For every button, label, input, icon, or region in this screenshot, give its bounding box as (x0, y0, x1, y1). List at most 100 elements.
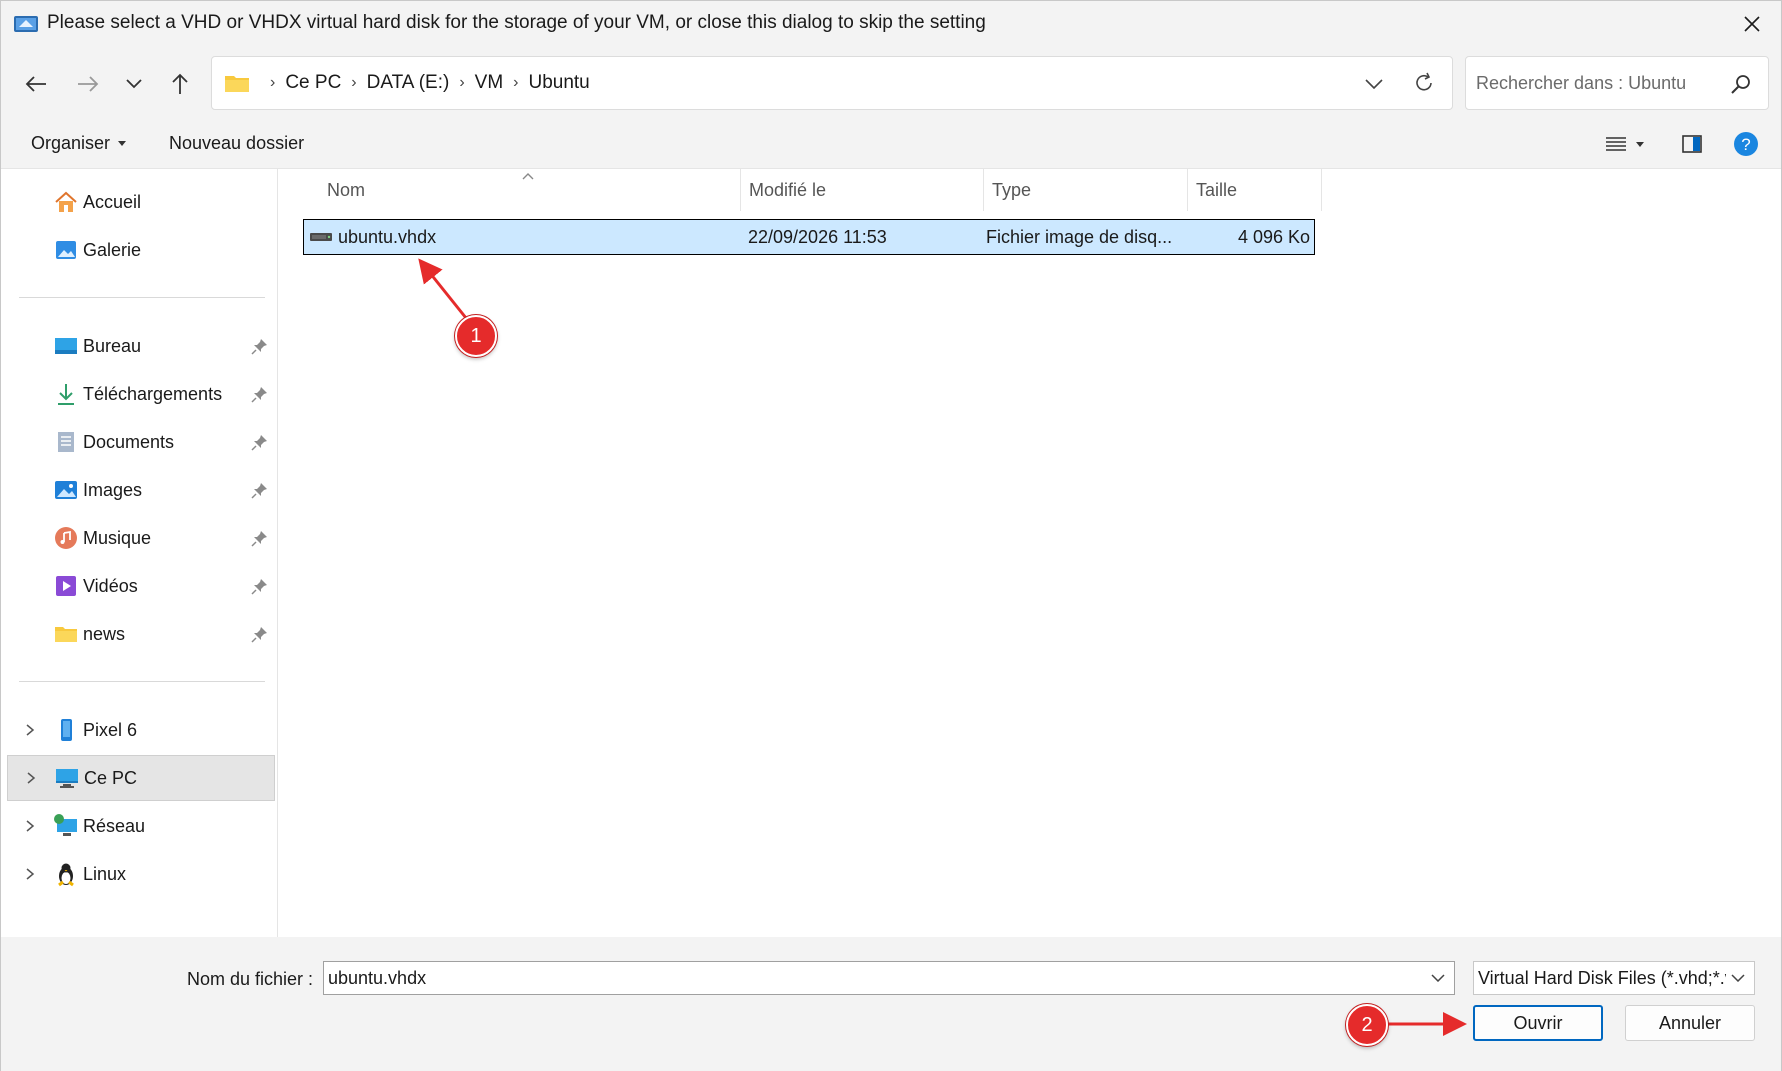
up-button[interactable] (163, 67, 197, 101)
pc-icon (56, 769, 78, 788)
breadcrumb-item[interactable]: VM (475, 72, 504, 94)
view-options-button[interactable] (1599, 129, 1651, 159)
pin-icon[interactable] (251, 385, 269, 403)
filename-dropdown-button[interactable] (1426, 966, 1450, 990)
help-button[interactable]: ? (1731, 129, 1761, 159)
open-button[interactable]: Ouvrir (1473, 1005, 1603, 1041)
caret-down-icon (1636, 141, 1644, 147)
sidebar-divider (19, 297, 265, 298)
videos-icon (56, 576, 76, 596)
sidebar-item-videos[interactable]: Vidéos (7, 563, 275, 609)
sidebar-item-label: Accueil (83, 191, 142, 212)
address-bar[interactable]: › Ce PC › DATA (E:) › VM › Ubuntu (211, 56, 1453, 110)
forward-button[interactable] (71, 67, 105, 101)
file-modified: 22/09/2026 11:53 (748, 227, 887, 247)
file-name: ubuntu.vhdx (338, 227, 437, 247)
virtual-disk-icon (310, 233, 332, 241)
breadcrumb-item[interactable]: Ce PC (285, 72, 341, 94)
sidebar-item-label: Galerie (83, 239, 142, 260)
breadcrumb-item[interactable]: DATA (E:) (367, 72, 450, 94)
sidebar-item-bureau[interactable]: Bureau (7, 323, 275, 369)
svg-text:?: ? (1741, 135, 1750, 154)
search-box[interactable] (1465, 56, 1769, 110)
breadcrumb-separator-icon: › (270, 74, 276, 91)
filename-combobox[interactable] (323, 961, 1455, 995)
file-type-filter-value: Virtual Hard Disk Files (*.vhd;*.vhdx) (1478, 968, 1726, 988)
pin-icon[interactable] (251, 577, 269, 595)
network-icon (54, 814, 77, 836)
chevron-right-icon[interactable] (23, 867, 37, 881)
folder-icon (225, 76, 249, 92)
column-header-name[interactable]: Nom (279, 169, 741, 211)
help-icon: ? (1734, 132, 1758, 156)
gallery-icon (56, 241, 76, 259)
caret-down-icon (118, 141, 127, 146)
pin-icon[interactable] (251, 625, 269, 643)
sidebar-item-label: news (83, 623, 126, 644)
search-input[interactable] (1476, 69, 1716, 97)
preview-pane-icon (1682, 135, 1702, 153)
sidebar-item-ce-pc[interactable]: Ce PC (7, 755, 275, 801)
pin-icon[interactable] (251, 481, 269, 499)
new-folder-button[interactable]: Nouveau dossier (169, 133, 304, 154)
recent-locations-button[interactable] (117, 67, 151, 101)
search-icon[interactable] (1730, 73, 1752, 95)
phone-icon (61, 719, 72, 741)
pin-icon[interactable] (251, 337, 269, 355)
breadcrumb: › Ce PC › DATA (E:) › VM › Ubuntu (224, 57, 590, 109)
pictures-icon (55, 481, 77, 499)
sidebar-item-linux[interactable]: Linux (7, 851, 275, 897)
arrow-right-icon (78, 76, 99, 92)
sidebar-item-label: Images (83, 479, 143, 500)
pin-icon[interactable] (251, 433, 269, 451)
sidebar-item-label: Réseau (83, 815, 146, 836)
sidebar-item-images[interactable]: Images (7, 467, 275, 513)
sidebar-item-label: Téléchargements (83, 383, 223, 404)
navigation-pane: Accueil Galerie Bureau Téléchargements D… (1, 169, 278, 937)
breadcrumb-separator-icon: › (513, 74, 519, 91)
sidebar-item-musique[interactable]: Musique (7, 515, 275, 561)
table-row[interactable]: ubuntu.vhdx 22/09/2026 11:53 Fichier ima… (303, 219, 1315, 255)
app-icon (14, 16, 38, 32)
sidebar-item-pixel-6[interactable]: Pixel 6 (7, 707, 275, 753)
organize-menu-button[interactable]: Organiser (31, 133, 127, 154)
cancel-button[interactable]: Annuler (1625, 1005, 1755, 1041)
sidebar-item-news[interactable]: news (7, 611, 275, 657)
sidebar-item-telechargements[interactable]: Téléchargements (7, 371, 275, 417)
breadcrumb-item[interactable]: Ubuntu (528, 72, 589, 94)
sidebar-item-documents[interactable]: Documents (7, 419, 275, 465)
chevron-down-icon (1365, 79, 1383, 89)
chevron-right-icon[interactable] (23, 723, 37, 737)
back-button[interactable] (19, 67, 53, 101)
column-header-size[interactable]: Taille (1188, 169, 1322, 211)
chevron-down-icon (1431, 974, 1445, 982)
chevron-right-icon[interactable] (24, 771, 38, 785)
sidebar-item-reseau[interactable]: Réseau (7, 803, 275, 849)
sidebar-item-label: Pixel 6 (83, 719, 138, 740)
preview-pane-button[interactable] (1677, 129, 1707, 159)
filter-dropdown-button[interactable] (1726, 966, 1750, 990)
pin-icon[interactable] (251, 529, 269, 547)
sidebar-item-accueil[interactable]: Accueil (7, 179, 275, 225)
file-open-dialog: Please select a VHD or VHDX virtual hard… (0, 0, 1782, 1071)
sidebar-item-galerie[interactable]: Galerie (7, 227, 275, 273)
close-button[interactable] (1737, 10, 1767, 38)
documents-icon (58, 432, 74, 452)
linux-icon (58, 863, 74, 887)
open-button-label: Ouvrir (1513, 1012, 1563, 1033)
refresh-button[interactable] (1410, 69, 1438, 97)
file-type: Fichier image de disq... (986, 227, 1173, 247)
column-header-type[interactable]: Type (984, 169, 1188, 211)
chevron-right-icon[interactable] (23, 819, 37, 833)
organize-label: Organiser (31, 133, 111, 153)
home-icon (55, 191, 77, 212)
address-history-button[interactable] (1360, 70, 1388, 98)
column-header-modified[interactable]: Modifié le (741, 169, 984, 211)
filename-input[interactable] (328, 965, 1408, 991)
cancel-button-label: Annuler (1658, 1012, 1722, 1033)
file-list: Nom Modifié le Type Taille ubuntu.vhdx 2… (279, 169, 1781, 937)
window-title: Please select a VHD or VHDX virtual hard… (47, 12, 986, 33)
file-type-filter-select[interactable]: Virtual Hard Disk Files (*.vhd;*.vhdx) (1473, 961, 1755, 995)
sidebar-item-label: Linux (83, 863, 127, 884)
sidebar-item-label: Ce PC (84, 767, 138, 788)
